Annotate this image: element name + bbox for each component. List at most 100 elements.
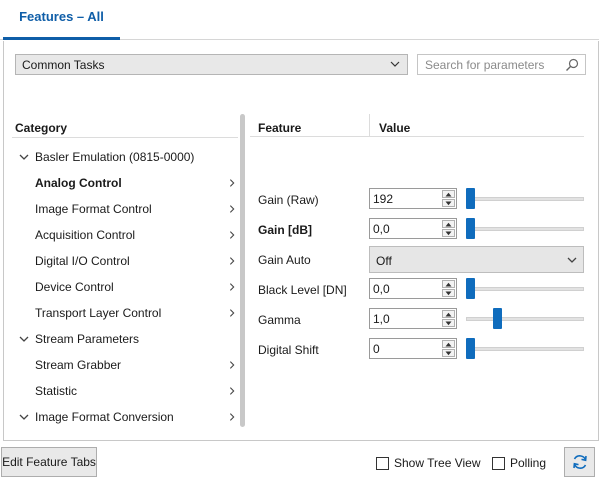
tree-item[interactable]: Statistic bbox=[4, 378, 238, 404]
feature-slider[interactable] bbox=[466, 308, 584, 329]
spin-down-button[interactable] bbox=[442, 229, 455, 237]
polling-box[interactable] bbox=[492, 456, 505, 470]
chevron-right-icon[interactable] bbox=[227, 177, 237, 189]
spin-up-button[interactable] bbox=[442, 280, 455, 288]
slider-thumb[interactable] bbox=[493, 308, 502, 329]
slider-thumb[interactable] bbox=[466, 278, 475, 299]
feature-label: Gain Auto bbox=[258, 253, 311, 267]
spin-down-button[interactable] bbox=[442, 199, 455, 207]
feature-row: Gain (Raw) 192 bbox=[250, 185, 590, 215]
tree-item[interactable]: Acquisition Control bbox=[4, 222, 238, 248]
show-tree-view-box[interactable] bbox=[376, 456, 389, 470]
tree-item[interactable]: Image Format Conversion bbox=[4, 404, 238, 430]
caret-down-icon bbox=[445, 321, 452, 326]
feature-slider[interactable] bbox=[466, 278, 584, 299]
chevron-right-icon[interactable] bbox=[227, 359, 237, 371]
chevron-down-icon[interactable] bbox=[18, 411, 30, 423]
task-select[interactable]: Common Tasks bbox=[15, 54, 408, 75]
tree-item-label: Transport Layer Control bbox=[35, 306, 162, 320]
tree-item[interactable]: Analog Control bbox=[4, 170, 238, 196]
edit-feature-tabs-label: Edit Feature Tabs bbox=[2, 455, 96, 469]
tree-item[interactable]: Stream Parameters bbox=[4, 326, 238, 352]
chevron-right-icon[interactable] bbox=[227, 229, 237, 241]
chevron-right-icon[interactable] bbox=[227, 203, 237, 215]
chevron-down-icon[interactable] bbox=[18, 151, 30, 163]
caret-up-icon bbox=[445, 282, 452, 287]
chevron-down-icon[interactable] bbox=[18, 333, 30, 345]
spin-buttons bbox=[442, 190, 455, 207]
tab-features-all[interactable]: Features – All bbox=[3, 0, 120, 40]
spin-up-button[interactable] bbox=[442, 310, 455, 318]
spin-up-button[interactable] bbox=[442, 190, 455, 198]
feature-spinbox[interactable]: 0,0 bbox=[369, 278, 457, 299]
tree-item[interactable]: Stream Grabber bbox=[4, 352, 238, 378]
feature-label: Digital Shift bbox=[258, 343, 319, 357]
tree-item-label: Analog Control bbox=[35, 176, 122, 190]
slider-thumb[interactable] bbox=[466, 218, 475, 239]
feature-slider[interactable] bbox=[466, 338, 584, 359]
feature-label: Gamma bbox=[258, 313, 301, 327]
tab-features-all-label: Features – All bbox=[19, 9, 104, 24]
chevron-right-icon[interactable] bbox=[227, 411, 237, 423]
edit-feature-tabs-button[interactable]: Edit Feature Tabs bbox=[1, 447, 97, 477]
chevron-right-icon[interactable] bbox=[227, 307, 237, 319]
show-tree-view-checkbox[interactable]: Show Tree View bbox=[376, 456, 481, 470]
slider-track[interactable] bbox=[466, 347, 584, 351]
feature-spinbox[interactable]: 0,0 bbox=[369, 218, 457, 239]
slider-thumb[interactable] bbox=[466, 338, 475, 359]
spin-down-button[interactable] bbox=[442, 289, 455, 297]
tree-item-label: Basler Emulation (0815-0000) bbox=[35, 150, 195, 164]
feature-value: 0,0 bbox=[373, 222, 390, 236]
slider-track[interactable] bbox=[466, 227, 584, 231]
slider-thumb[interactable] bbox=[466, 188, 475, 209]
search-icon[interactable] bbox=[565, 58, 579, 72]
caret-up-icon bbox=[445, 312, 452, 317]
slider-track[interactable] bbox=[466, 287, 584, 291]
spin-buttons bbox=[442, 280, 455, 297]
caret-down-icon bbox=[445, 201, 452, 206]
feature-label: Gain (Raw) bbox=[258, 193, 319, 207]
feature-value: 0,0 bbox=[373, 282, 390, 296]
chevron-right-icon[interactable] bbox=[227, 255, 237, 267]
spin-up-button[interactable] bbox=[442, 340, 455, 348]
feature-spinbox[interactable]: 0 bbox=[369, 338, 457, 359]
chevron-down-icon bbox=[390, 61, 400, 67]
feature-spinbox[interactable]: 1,0 bbox=[369, 308, 457, 329]
feature-row: Gain Auto Off bbox=[250, 245, 590, 275]
search-box[interactable] bbox=[417, 54, 586, 75]
feature-dropdown[interactable]: Off bbox=[369, 246, 584, 273]
caret-up-icon bbox=[445, 342, 452, 347]
column-separator[interactable] bbox=[369, 114, 370, 136]
tree-item[interactable]: Device Control bbox=[4, 274, 238, 300]
category-scrollbar[interactable] bbox=[240, 114, 245, 427]
tree-item-label: Stream Parameters bbox=[35, 332, 140, 346]
tree-item[interactable]: Image Format Control bbox=[4, 196, 238, 222]
chevron-right-icon[interactable] bbox=[227, 385, 237, 397]
tree-item[interactable]: Basler Emulation (0815-0000) bbox=[4, 144, 238, 170]
search-input[interactable] bbox=[425, 57, 560, 72]
spin-down-button[interactable] bbox=[442, 319, 455, 327]
slider-track[interactable] bbox=[466, 197, 584, 201]
tree-item-label: Acquisition Control bbox=[35, 228, 136, 242]
show-tree-view-label: Show Tree View bbox=[394, 456, 481, 470]
caret-up-icon bbox=[445, 192, 452, 197]
tree-item[interactable]: Transport Layer Control bbox=[4, 300, 238, 326]
category-divider bbox=[12, 137, 238, 138]
feature-column-header: Feature bbox=[258, 121, 302, 135]
spin-up-button[interactable] bbox=[442, 220, 455, 228]
polling-checkbox[interactable]: Polling bbox=[492, 456, 546, 470]
feature-slider[interactable] bbox=[466, 188, 584, 209]
tree-item[interactable]: Digital I/O Control bbox=[4, 248, 238, 274]
feature-spinbox[interactable]: 192 bbox=[369, 188, 457, 209]
refresh-button[interactable] bbox=[564, 447, 595, 477]
feature-value: 0 bbox=[373, 342, 380, 356]
feature-slider[interactable] bbox=[466, 218, 584, 239]
feature-row: Gain [dB] 0,0 bbox=[250, 215, 590, 245]
chevron-down-icon bbox=[567, 257, 577, 263]
chevron-right-icon[interactable] bbox=[227, 281, 237, 293]
caret-up-icon bbox=[445, 222, 452, 227]
value-column-header: Value bbox=[379, 121, 411, 135]
spin-down-button[interactable] bbox=[442, 349, 455, 357]
feature-row: Digital Shift 0 bbox=[250, 335, 590, 365]
slider-track[interactable] bbox=[466, 317, 584, 321]
